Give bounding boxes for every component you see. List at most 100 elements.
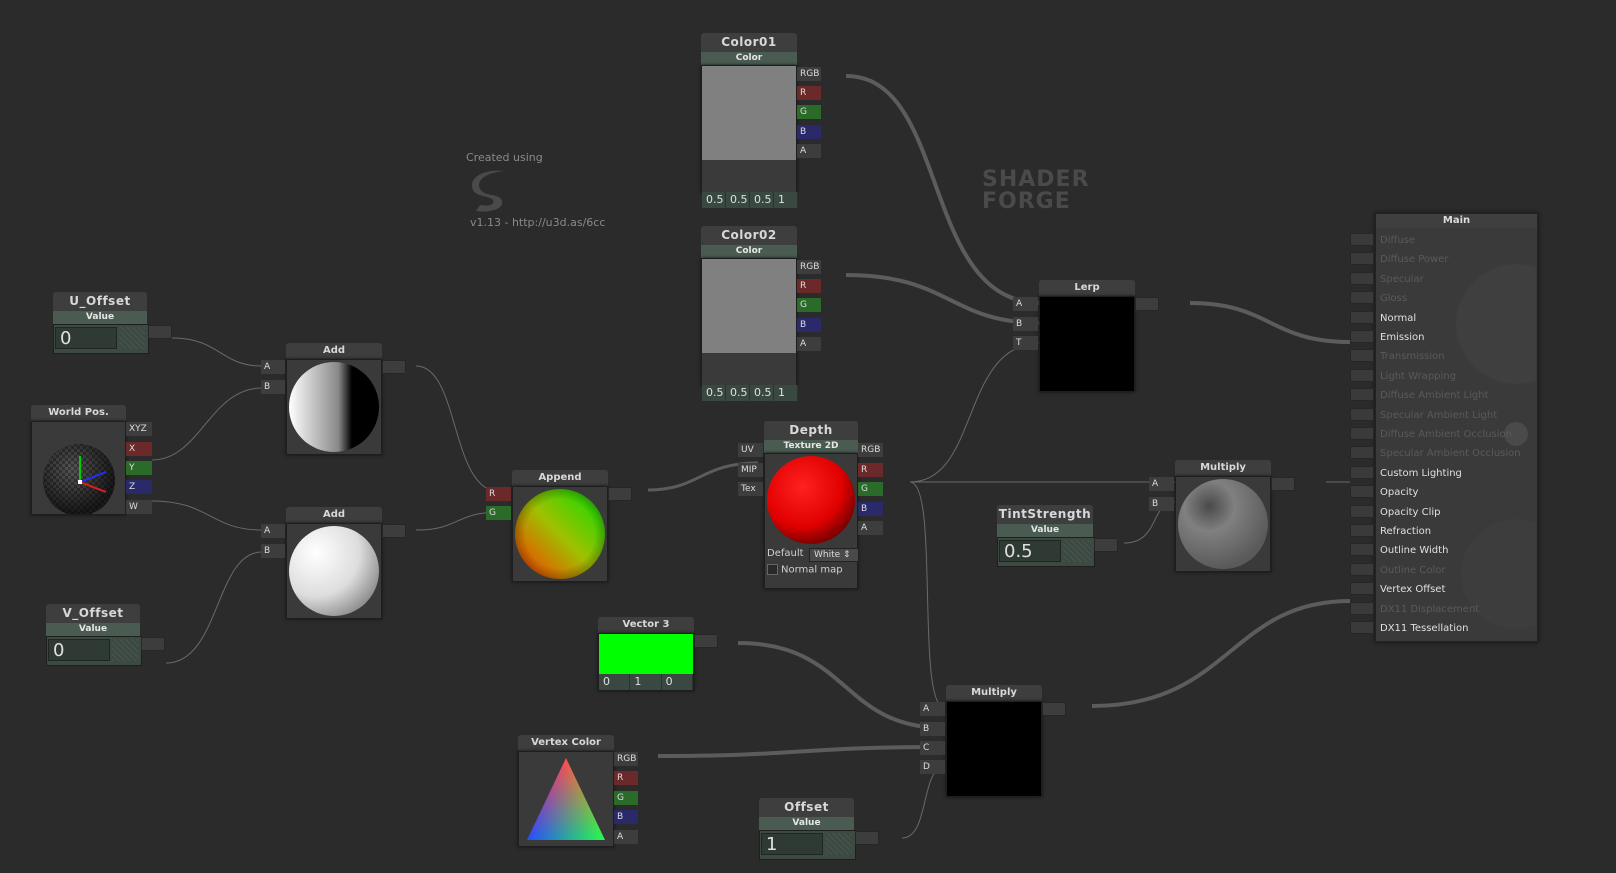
vector3-node[interactable]: Vector 3 0 1 0 bbox=[598, 617, 718, 697]
output-port[interactable] bbox=[694, 634, 718, 648]
depth-texture-node[interactable]: Depth Texture 2D Default White ⇕ Normal … bbox=[738, 421, 910, 589]
main-input-port[interactable] bbox=[1350, 504, 1374, 518]
value-b[interactable]: 0.5 bbox=[750, 385, 774, 401]
color-values[interactable]: 0.5 0.5 0.5 1 bbox=[702, 385, 798, 401]
input-tex[interactable]: Tex bbox=[738, 482, 763, 496]
input-mip[interactable]: MIP bbox=[738, 463, 763, 477]
value-g[interactable]: 0.5 bbox=[726, 192, 750, 208]
color-swatch[interactable] bbox=[702, 259, 796, 353]
output-port[interactable] bbox=[855, 831, 879, 845]
output-rgb[interactable]: RGB bbox=[797, 260, 821, 274]
main-input-port[interactable] bbox=[1350, 252, 1374, 266]
input-g[interactable]: G bbox=[486, 506, 511, 520]
main-input-port[interactable] bbox=[1350, 271, 1374, 285]
color02-node[interactable]: Color02 Color 0.5 0.5 0.5 1 RGB R G B A bbox=[701, 226, 821, 401]
color-swatch[interactable] bbox=[702, 66, 796, 160]
u-offset-node[interactable]: U_Offset Value 0 bbox=[53, 292, 173, 354]
output-r[interactable]: R bbox=[797, 279, 821, 293]
value-y[interactable]: 1 bbox=[630, 674, 662, 690]
output-y[interactable]: Y bbox=[126, 461, 152, 475]
multiply-node-2[interactable]: Multiply A B C D bbox=[920, 685, 1093, 797]
main-input-port[interactable] bbox=[1350, 601, 1374, 615]
output-xyz[interactable]: XYZ bbox=[126, 422, 152, 436]
value-r[interactable]: 0.5 bbox=[702, 385, 726, 401]
drag-grip[interactable] bbox=[119, 327, 145, 349]
main-input-port[interactable] bbox=[1350, 485, 1374, 499]
input-a[interactable]: A bbox=[261, 360, 285, 374]
value-r[interactable]: 0.5 bbox=[702, 192, 726, 208]
output-z[interactable]: Z bbox=[126, 480, 152, 494]
output-a[interactable]: A bbox=[797, 144, 821, 158]
value-z[interactable]: 0 bbox=[662, 674, 693, 690]
output-a[interactable]: A bbox=[797, 337, 821, 351]
output-port[interactable] bbox=[1271, 477, 1295, 491]
input-b[interactable]: B bbox=[920, 722, 945, 736]
checkbox-icon[interactable] bbox=[767, 564, 778, 575]
output-g[interactable]: G bbox=[614, 791, 638, 805]
input-r[interactable]: R bbox=[486, 487, 511, 501]
drag-grip[interactable] bbox=[1063, 540, 1091, 562]
vector-swatch[interactable] bbox=[599, 634, 693, 674]
output-rgb[interactable]: RGB bbox=[614, 752, 638, 766]
main-input-port[interactable] bbox=[1350, 427, 1374, 440]
output-port[interactable] bbox=[141, 637, 165, 651]
world-pos-node[interactable]: World Pos. XYZ X Y Z W bbox=[31, 405, 153, 515]
output-g[interactable]: G bbox=[797, 298, 821, 312]
input-b[interactable]: B bbox=[261, 380, 285, 394]
input-uv[interactable]: UV bbox=[738, 443, 763, 457]
lerp-node[interactable]: Lerp A B T bbox=[1013, 280, 1193, 392]
output-w[interactable]: W bbox=[126, 500, 152, 514]
output-b[interactable]: B bbox=[797, 125, 821, 139]
output-port[interactable] bbox=[1135, 297, 1159, 311]
output-a[interactable]: A bbox=[858, 521, 883, 535]
main-input-port[interactable] bbox=[1350, 543, 1374, 557]
main-input-port[interactable] bbox=[1350, 330, 1374, 343]
default-dropdown[interactable]: White ⇕ bbox=[809, 548, 859, 562]
input-a[interactable]: A bbox=[1013, 297, 1038, 311]
value-x[interactable]: 0 bbox=[599, 674, 631, 690]
output-rgb[interactable]: RGB bbox=[858, 443, 883, 457]
main-input-port[interactable] bbox=[1350, 368, 1374, 382]
input-t[interactable]: T bbox=[1013, 336, 1038, 350]
output-port[interactable] bbox=[1042, 702, 1066, 716]
input-a[interactable]: A bbox=[1149, 477, 1174, 491]
value-g[interactable]: 0.5 bbox=[726, 385, 750, 401]
output-r[interactable]: R bbox=[614, 771, 638, 785]
main-input-port[interactable] bbox=[1350, 388, 1374, 402]
output-g[interactable]: G bbox=[797, 105, 821, 119]
output-port[interactable] bbox=[608, 487, 632, 501]
output-port[interactable] bbox=[148, 325, 172, 339]
value-a[interactable]: 1 bbox=[774, 385, 798, 401]
main-output-node[interactable]: Main Diffuse Diffuse Power Specular Gloss No… bbox=[1375, 213, 1538, 642]
main-input-port[interactable] bbox=[1350, 233, 1374, 246]
value-field[interactable]: 0 bbox=[48, 639, 110, 661]
output-r[interactable]: R bbox=[797, 86, 821, 100]
value-field[interactable]: 0.5 bbox=[999, 540, 1061, 562]
input-a[interactable]: A bbox=[920, 702, 945, 716]
output-port[interactable] bbox=[1094, 538, 1118, 552]
drag-grip[interactable] bbox=[112, 639, 138, 661]
input-b[interactable]: B bbox=[261, 544, 285, 558]
drag-grip[interactable] bbox=[825, 833, 852, 855]
value-field[interactable]: 0 bbox=[55, 327, 117, 349]
output-port[interactable] bbox=[382, 360, 406, 374]
main-input-port[interactable] bbox=[1350, 291, 1374, 305]
add-node-1[interactable]: Add A B bbox=[261, 343, 417, 455]
main-input-port[interactable] bbox=[1350, 310, 1374, 324]
main-input-port[interactable] bbox=[1350, 621, 1374, 634]
tint-strength-node[interactable]: TintStrength Value 0.5 bbox=[997, 505, 1125, 567]
vertex-color-node[interactable]: Vertex Color RGB R G B A bbox=[518, 735, 659, 847]
output-r[interactable]: R bbox=[858, 463, 883, 477]
main-input-port[interactable] bbox=[1350, 446, 1374, 460]
output-b[interactable]: B bbox=[797, 318, 821, 332]
normal-map-toggle[interactable]: Normal map bbox=[767, 564, 843, 576]
output-b[interactable]: B bbox=[614, 810, 638, 824]
main-input-port[interactable] bbox=[1350, 407, 1374, 421]
main-input-port[interactable] bbox=[1350, 465, 1374, 479]
output-rgb[interactable]: RGB bbox=[797, 67, 821, 81]
output-x[interactable]: X bbox=[126, 442, 152, 456]
output-port[interactable] bbox=[382, 524, 406, 538]
value-b[interactable]: 0.5 bbox=[750, 192, 774, 208]
main-input-port[interactable] bbox=[1350, 582, 1374, 596]
output-b[interactable]: B bbox=[858, 502, 883, 516]
